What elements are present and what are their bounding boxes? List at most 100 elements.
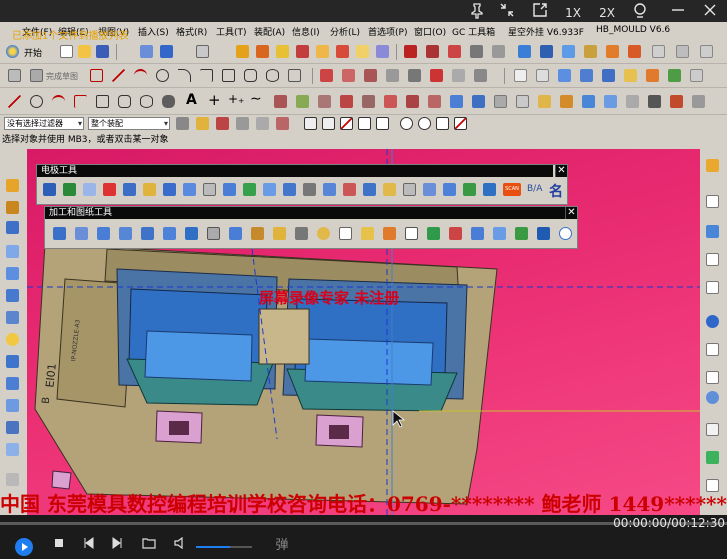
electrode-tool-6-icon[interactable] [143, 183, 156, 196]
line-icon[interactable] [112, 69, 125, 82]
snap-endpoint-icon[interactable] [304, 117, 317, 130]
snap-line-icon[interactable] [340, 117, 353, 130]
volume-icon[interactable] [172, 536, 190, 555]
circle-icon[interactable] [156, 69, 169, 82]
process-tool-14-icon[interactable] [339, 227, 352, 240]
nx-logo-icon[interactable] [6, 45, 19, 58]
feature-icon-7[interactable] [356, 45, 369, 58]
process-tool-11-icon[interactable] [273, 227, 286, 240]
sketch-icon-4[interactable] [470, 45, 483, 58]
helix-tool-icon[interactable] [162, 95, 175, 108]
render-icon-4[interactable] [580, 69, 593, 82]
system-materials-icon[interactable] [6, 355, 19, 368]
rect-tool-icon[interactable] [96, 95, 109, 108]
menu-preferences[interactable]: 首选项(P) [368, 25, 407, 38]
render-icon-9[interactable] [690, 69, 703, 82]
danmaku-toggle[interactable]: 弹 [272, 537, 292, 555]
fillet-icon[interactable] [178, 69, 191, 82]
surface-icon-4[interactable] [584, 45, 597, 58]
feature-icon-6[interactable] [336, 45, 349, 58]
line-tool-icon[interactable] [8, 95, 21, 108]
right-tool-icon-9[interactable] [706, 391, 719, 404]
render-icon-1[interactable] [514, 69, 527, 82]
right-tool-icon-3[interactable] [706, 225, 719, 238]
electrode-tool-17-icon[interactable] [363, 183, 376, 196]
process-drawing-close-icon[interactable]: ✕ [565, 207, 577, 219]
surface-icon-2[interactable] [540, 45, 553, 58]
feature-icon-8[interactable] [376, 45, 389, 58]
web-browser-icon[interactable] [6, 289, 19, 302]
menu-window[interactable]: 窗口(O) [414, 25, 446, 38]
plus-tool-icon[interactable]: + [208, 91, 221, 109]
electrode-tool-23-icon[interactable] [483, 183, 496, 196]
electrode-tool-19-icon[interactable] [403, 183, 416, 196]
wave-tool-icon[interactable]: ∼ [250, 91, 262, 107]
text-tool-icon[interactable]: A [186, 92, 197, 108]
process-tool-23-icon[interactable] [537, 227, 550, 240]
oval-tool-icon[interactable] [140, 95, 153, 108]
feature-icon-1[interactable] [236, 45, 249, 58]
edit-curve-icon-4[interactable] [340, 95, 353, 108]
corner-tool-icon[interactable] [74, 95, 87, 108]
menu-info[interactable]: 信息(I) [292, 25, 320, 38]
process-tool-8-icon[interactable] [207, 227, 220, 240]
snap-icon-4[interactable] [236, 117, 249, 130]
snap-icon-1[interactable] [176, 117, 189, 130]
cylinder-icon[interactable] [6, 267, 19, 280]
volume-slider[interactable] [196, 546, 252, 548]
edit-curve-icon-7[interactable] [406, 95, 419, 108]
surface-icon-9[interactable] [700, 45, 713, 58]
edit-curve-icon-3[interactable] [318, 95, 331, 108]
snap-view-icon[interactable] [196, 45, 209, 58]
surface-icon-8[interactable] [676, 45, 689, 58]
process-tool-7-icon[interactable] [185, 227, 198, 240]
render-icon-8[interactable] [668, 69, 681, 82]
electrode-tool-21-icon[interactable] [443, 183, 456, 196]
process-tool-16-icon[interactable] [383, 227, 396, 240]
save-icon[interactable] [96, 45, 109, 58]
cone-icon[interactable] [6, 311, 19, 324]
snap-control-icon[interactable] [376, 117, 389, 130]
electrode-tool-13-icon[interactable] [283, 183, 296, 196]
rectangle-icon[interactable] [222, 69, 235, 82]
menu-xingkong-plugin[interactable]: 星空外挂 V6.933F [508, 25, 584, 38]
sketch-icon-2[interactable] [426, 45, 439, 58]
constraint-navigator-icon[interactable] [6, 201, 19, 214]
point-set-icon[interactable]: +₊ [228, 92, 244, 106]
process-tool-6-icon[interactable] [163, 227, 176, 240]
menu-tools[interactable]: 工具(T) [216, 25, 247, 38]
edit-curve-icon-17[interactable] [626, 95, 639, 108]
ellipse-icon[interactable] [266, 69, 279, 82]
edit-curve-icon-18[interactable] [648, 95, 661, 108]
process-tool-22-icon[interactable] [515, 227, 528, 240]
process-tool-2-icon[interactable] [75, 227, 88, 240]
electrode-tool-18-icon[interactable] [383, 183, 396, 196]
snap-quadrant-icon[interactable] [418, 117, 431, 130]
surface-icon-5[interactable] [606, 45, 619, 58]
electrode-tools-close-icon[interactable]: ✕ [555, 165, 567, 177]
render-icon-2[interactable] [536, 69, 549, 82]
edit-curve-icon-16[interactable] [604, 95, 617, 108]
right-tool-icon-6[interactable] [706, 315, 719, 328]
right-tool-icon-8[interactable] [706, 371, 719, 384]
process-tool-21-icon[interactable] [493, 227, 506, 240]
point-icon[interactable] [8, 69, 21, 82]
constraint-icon-2[interactable] [342, 69, 355, 82]
process-tool-13-icon[interactable] [317, 227, 330, 240]
process-tool-12-icon[interactable] [295, 227, 308, 240]
play-button[interactable] [14, 537, 34, 556]
constraint-icon-5[interactable] [408, 69, 421, 82]
render-icon-3[interactable] [558, 69, 571, 82]
polygon-icon[interactable] [244, 69, 257, 82]
process-tool-5-icon[interactable] [141, 227, 154, 240]
right-tool-icon-7[interactable] [706, 343, 719, 356]
snap-icon-5[interactable] [256, 117, 269, 130]
process-tool-17-icon[interactable] [405, 227, 418, 240]
hexagon-tool-icon[interactable] [118, 95, 131, 108]
manufacturing-wizard-icon[interactable] [6, 399, 19, 412]
spline-tool-icon[interactable] [30, 95, 43, 108]
bubble-icon[interactable] [630, 3, 650, 23]
electrode-tool-10-icon[interactable] [223, 183, 236, 196]
render-icon-7[interactable] [646, 69, 659, 82]
complete-sketch-icon[interactable] [30, 69, 43, 82]
